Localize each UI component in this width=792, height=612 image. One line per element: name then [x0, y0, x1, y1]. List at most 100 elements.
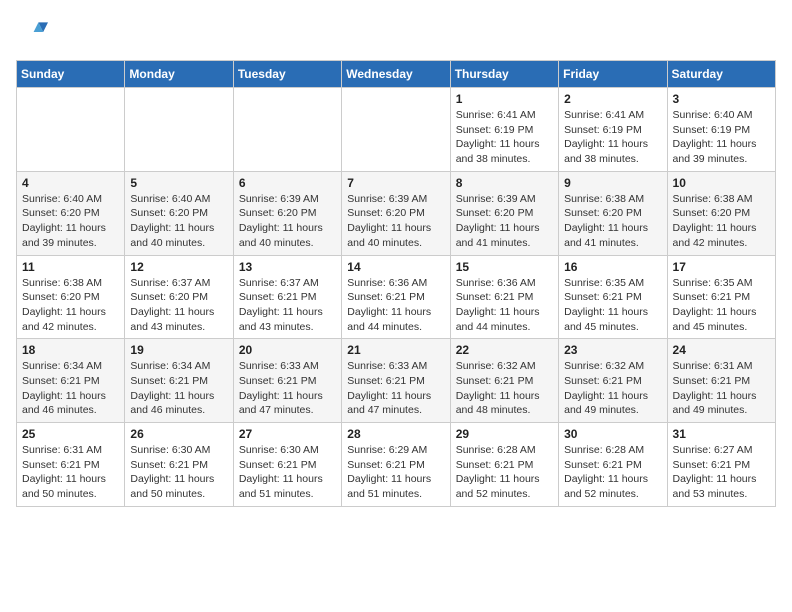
calendar-table: SundayMondayTuesdayWednesdayThursdayFrid…: [16, 60, 776, 507]
calendar-cell: 30Sunrise: 6:28 AMSunset: 6:21 PMDayligh…: [559, 423, 667, 507]
calendar-cell: 9 Sunrise: 6:38 AMSunset: 6:20 PMDaylight…: [559, 171, 667, 255]
day-number: 9: [564, 176, 661, 190]
day-number: 24: [673, 343, 770, 357]
calendar-cell: 23 Sunrise: 6:32 AMSunset: 6:21 PMDayligh…: [559, 339, 667, 423]
weekday-header-cell: Sunday: [17, 61, 125, 88]
day-info: Sunrise: 6:38 AMSunset: 6:20 PMDaylight:…: [22, 276, 119, 335]
calendar-cell: 16 Sunrise: 6:35 AMSunset: 6:21 PMDayligh…: [559, 255, 667, 339]
day-number: 13: [239, 260, 336, 274]
day-number: 6: [239, 176, 336, 190]
day-info: Sunrise: 6:31 AMSunset: 6:21 PMDaylight:…: [22, 443, 119, 502]
day-number: 15: [456, 260, 553, 274]
calendar-cell: [125, 88, 233, 172]
calendar-cell: 7Sunrise: 6:39 AMSunset: 6:20 PMDaylight…: [342, 171, 450, 255]
logo-icon: [16, 16, 48, 48]
day-number: 3: [673, 92, 770, 106]
day-number: 1: [456, 92, 553, 106]
day-info: Sunrise: 6:36 AMSunset: 6:21 PMDaylight:…: [347, 276, 444, 335]
calendar-cell: 22 Sunrise: 6:32 AMSunset: 6:21 PMDayligh…: [450, 339, 558, 423]
day-info: Sunrise: 6:39 AMSunset: 6:20 PMDaylight:…: [239, 192, 336, 251]
calendar-cell: 24 Sunrise: 6:31 AMSunset: 6:21 PMDayligh…: [667, 339, 775, 423]
weekday-header-cell: Tuesday: [233, 61, 341, 88]
day-info: Sunrise: 6:33 AMSunset: 6:21 PMDaylight:…: [239, 359, 336, 418]
day-info: Sunrise: 6:29 AMSunset: 6:21 PMDaylight:…: [347, 443, 444, 502]
day-number: 19: [130, 343, 227, 357]
day-info: Sunrise: 6:32 AMSunset: 6:21 PMDaylight:…: [564, 359, 661, 418]
day-number: 4: [22, 176, 119, 190]
calendar-cell: 11 Sunrise: 6:38 AMSunset: 6:20 PMDayligh…: [17, 255, 125, 339]
day-info: Sunrise: 6:41 AMSunset: 6:19 PMDaylight:…: [456, 108, 553, 167]
calendar-cell: 4 Sunrise: 6:40 AMSunset: 6:20 PMDaylight…: [17, 171, 125, 255]
day-number: 11: [22, 260, 119, 274]
calendar-body: 1 Sunrise: 6:41 AMSunset: 6:19 PMDaylight…: [17, 88, 776, 507]
day-number: 25: [22, 427, 119, 441]
day-number: 10: [673, 176, 770, 190]
day-info: Sunrise: 6:38 AMSunset: 6:20 PMDaylight:…: [673, 192, 770, 251]
calendar-cell: 13 Sunrise: 6:37 AMSunset: 6:21 PMDayligh…: [233, 255, 341, 339]
day-info: Sunrise: 6:40 AMSunset: 6:20 PMDaylight:…: [22, 192, 119, 251]
logo: [16, 16, 52, 48]
day-info: Sunrise: 6:38 AMSunset: 6:20 PMDaylight:…: [564, 192, 661, 251]
calendar-cell: [342, 88, 450, 172]
day-number: 16: [564, 260, 661, 274]
weekday-header-cell: Friday: [559, 61, 667, 88]
day-info: Sunrise: 6:39 AMSunset: 6:20 PMDaylight:…: [456, 192, 553, 251]
calendar-cell: 10 Sunrise: 6:38 AMSunset: 6:20 PMDayligh…: [667, 171, 775, 255]
day-info: Sunrise: 6:37 AMSunset: 6:20 PMDaylight:…: [130, 276, 227, 335]
day-number: 22: [456, 343, 553, 357]
calendar-cell: 6 Sunrise: 6:39 AMSunset: 6:20 PMDaylight…: [233, 171, 341, 255]
calendar-week-row: 1 Sunrise: 6:41 AMSunset: 6:19 PMDaylight…: [17, 88, 776, 172]
day-info: Sunrise: 6:40 AMSunset: 6:19 PMDaylight:…: [673, 108, 770, 167]
calendar-cell: 26 Sunrise: 6:30 AMSunset: 6:21 PMDayligh…: [125, 423, 233, 507]
weekday-header-cell: Monday: [125, 61, 233, 88]
weekday-header-cell: Thursday: [450, 61, 558, 88]
day-info: Sunrise: 6:41 AMSunset: 6:19 PMDaylight:…: [564, 108, 661, 167]
day-info: Sunrise: 6:37 AMSunset: 6:21 PMDaylight:…: [239, 276, 336, 335]
day-info: Sunrise: 6:35 AMSunset: 6:21 PMDaylight:…: [564, 276, 661, 335]
calendar-cell: 29 Sunrise: 6:28 AMSunset: 6:21 PMDayligh…: [450, 423, 558, 507]
day-info: Sunrise: 6:36 AMSunset: 6:21 PMDaylight:…: [456, 276, 553, 335]
day-info: Sunrise: 6:30 AMSunset: 6:21 PMDaylight:…: [239, 443, 336, 502]
calendar-cell: 5 Sunrise: 6:40 AMSunset: 6:20 PMDaylight…: [125, 171, 233, 255]
calendar-cell: [17, 88, 125, 172]
day-number: 30: [564, 427, 661, 441]
day-number: 28: [347, 427, 444, 441]
day-info: Sunrise: 6:35 AMSunset: 6:21 PMDaylight:…: [673, 276, 770, 335]
calendar-cell: 20Sunrise: 6:33 AMSunset: 6:21 PMDayligh…: [233, 339, 341, 423]
calendar-cell: 1 Sunrise: 6:41 AMSunset: 6:19 PMDaylight…: [450, 88, 558, 172]
day-number: 5: [130, 176, 227, 190]
calendar-cell: 18Sunrise: 6:34 AMSunset: 6:21 PMDayligh…: [17, 339, 125, 423]
day-number: 8: [456, 176, 553, 190]
day-number: 17: [673, 260, 770, 274]
calendar-cell: 15 Sunrise: 6:36 AMSunset: 6:21 PMDayligh…: [450, 255, 558, 339]
day-number: 26: [130, 427, 227, 441]
day-info: Sunrise: 6:34 AMSunset: 6:21 PMDaylight:…: [130, 359, 227, 418]
calendar-cell: 3 Sunrise: 6:40 AMSunset: 6:19 PMDaylight…: [667, 88, 775, 172]
calendar-cell: 8 Sunrise: 6:39 AMSunset: 6:20 PMDaylight…: [450, 171, 558, 255]
day-info: Sunrise: 6:40 AMSunset: 6:20 PMDaylight:…: [130, 192, 227, 251]
day-info: Sunrise: 6:30 AMSunset: 6:21 PMDaylight:…: [130, 443, 227, 502]
calendar-cell: 25 Sunrise: 6:31 AMSunset: 6:21 PMDayligh…: [17, 423, 125, 507]
day-number: 31: [673, 427, 770, 441]
calendar-week-row: 18 Sunrise: 6:34 AMSunset: 6:21 PMDayligh…: [17, 339, 776, 423]
day-info: Sunrise: 6:32 AMSunset: 6:21 PMDaylight:…: [456, 359, 553, 418]
day-number: 2: [564, 92, 661, 106]
day-number: 12: [130, 260, 227, 274]
day-number: 29: [456, 427, 553, 441]
day-info: Sunrise: 6:33 AMSunset: 6:21 PMDaylight:…: [347, 359, 444, 418]
day-number: 21: [347, 343, 444, 357]
page-header: [16, 16, 776, 48]
calendar-cell: 14Sunrise: 6:36 AMSunset: 6:21 PMDayligh…: [342, 255, 450, 339]
day-info: Sunrise: 6:31 AMSunset: 6:21 PMDaylight:…: [673, 359, 770, 418]
day-number: 23: [564, 343, 661, 357]
calendar-week-row: 11 Sunrise: 6:38 AMSunset: 6:20 PMDayligh…: [17, 255, 776, 339]
weekday-header-row: SundayMondayTuesdayWednesdayThursdayFrid…: [17, 61, 776, 88]
calendar-cell: 19 Sunrise: 6:34 AMSunset: 6:21 PMDayligh…: [125, 339, 233, 423]
calendar-cell: 31Sunrise: 6:27 AMSunset: 6:21 PMDayligh…: [667, 423, 775, 507]
day-info: Sunrise: 6:28 AMSunset: 6:21 PMDaylight:…: [456, 443, 553, 502]
calendar-week-row: 25 Sunrise: 6:31 AMSunset: 6:21 PMDayligh…: [17, 423, 776, 507]
day-number: 7: [347, 176, 444, 190]
day-number: 18: [22, 343, 119, 357]
calendar-cell: 28 Sunrise: 6:29 AMSunset: 6:21 PMDayligh…: [342, 423, 450, 507]
day-number: 27: [239, 427, 336, 441]
